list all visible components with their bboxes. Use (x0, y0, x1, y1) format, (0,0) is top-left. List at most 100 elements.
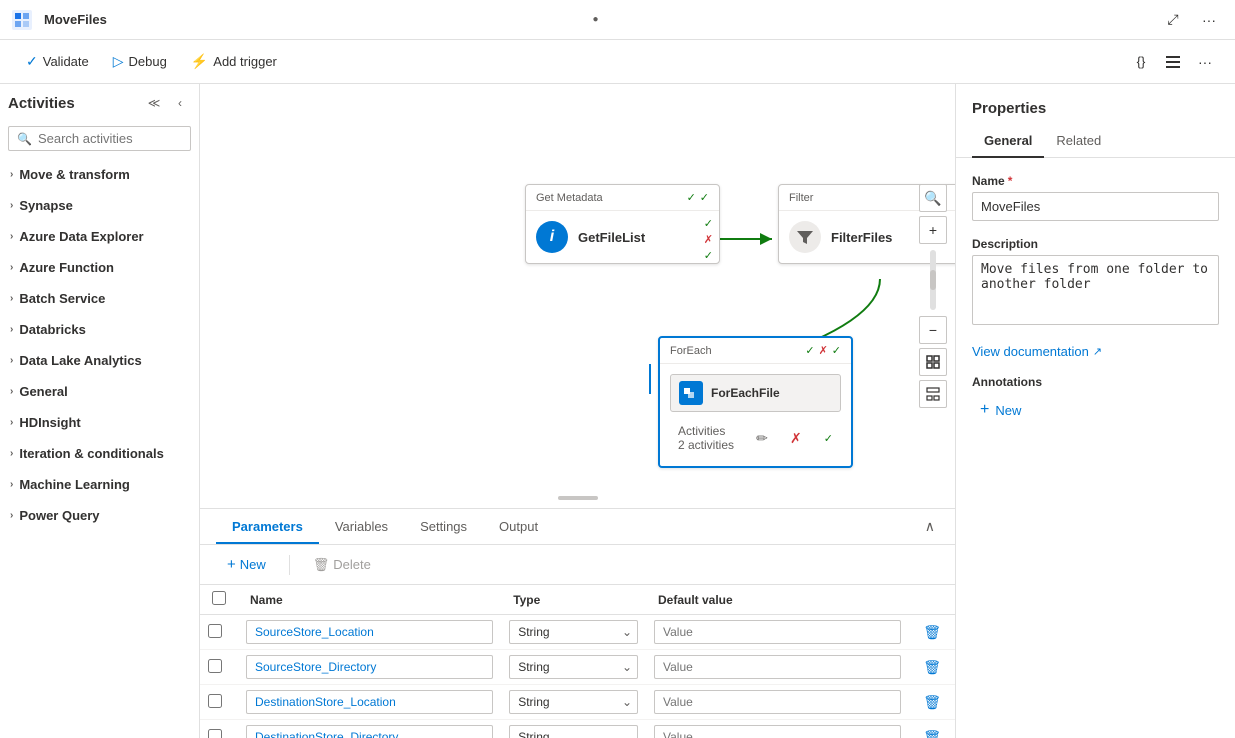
canvas-area[interactable]: Get Metadata ✓ ✓ i GetFileList ✓ (200, 84, 955, 508)
chevron-right-icon: › (10, 355, 13, 366)
add-annotation-button[interactable]: + New (972, 397, 1029, 423)
sidebar-item-iteration-conditionals[interactable]: › Iteration & conditionals (0, 438, 199, 469)
sidebar: Activities ≪ ‹ 🔍 › Move & transform › Sy… (0, 84, 200, 738)
expand-icon[interactable]: ⤢ (1159, 6, 1187, 34)
fit-view-icon[interactable] (919, 348, 947, 376)
sidebar-expand-icon[interactable]: ‹ (169, 92, 191, 114)
bottom-tabs: Parameters Variables Settings Output ∧ (200, 509, 955, 545)
bottom-toolbar: + New 🗑 Delete (200, 545, 955, 585)
row-checkbox-1[interactable] (208, 659, 222, 673)
name-input[interactable] (972, 192, 1219, 221)
more-options-icon[interactable]: ··· (1195, 6, 1223, 34)
validate-button[interactable]: ✓ Validate (16, 48, 99, 75)
delete-row-icon-1[interactable]: 🗑 (917, 657, 947, 677)
app-title: MoveFiles (44, 12, 580, 27)
new-parameter-button[interactable]: + New (216, 551, 277, 578)
search-canvas-icon[interactable]: 🔍 (919, 184, 947, 212)
get-metadata-node[interactable]: Get Metadata ✓ ✓ i GetFileList ✓ (525, 184, 720, 264)
delete-row-icon-0[interactable]: 🗑 (917, 622, 947, 642)
properties-title: Properties (956, 84, 1235, 125)
get-metadata-icon: i (536, 221, 568, 253)
sidebar-item-hdinsight[interactable]: › HDInsight (0, 407, 199, 438)
zoom-in-icon[interactable]: + (919, 216, 947, 244)
param-default-input-2[interactable] (654, 690, 901, 714)
row-checkbox-3[interactable] (208, 729, 222, 738)
foreach-inner-node[interactable]: ForEachFile (670, 374, 841, 412)
col-type: Type (501, 585, 646, 615)
tab-parameters[interactable]: Parameters (216, 511, 319, 544)
sidebar-item-machine-learning[interactable]: › Machine Learning (0, 469, 199, 500)
param-type-select-0[interactable]: StringIntFloatBoolArrayObjectSecureStrin… (509, 620, 638, 644)
chevron-right-icon: › (10, 169, 13, 180)
external-link-icon: ↗ (1093, 345, 1102, 358)
search-input[interactable] (38, 131, 200, 146)
edit-foreach-icon[interactable]: ✏ (756, 430, 768, 447)
sidebar-item-synapse[interactable]: › Synapse (0, 190, 199, 221)
foreach-node[interactable]: ForEach ✓ ✗ ✓ ForEachFile (658, 336, 853, 468)
description-textarea[interactable]: Move files from one folder to another fo… (972, 255, 1219, 325)
sidebar-collapse-icon[interactable]: ≪ (143, 92, 165, 114)
param-default-input-3[interactable] (654, 725, 901, 738)
sidebar-item-azure-function[interactable]: › Azure Function (0, 252, 199, 283)
delete-row-icon-2[interactable]: 🗑 (917, 692, 947, 712)
sidebar-item-azure-data-explorer[interactable]: › Azure Data Explorer (0, 221, 199, 252)
list-view-icon[interactable] (1159, 48, 1187, 76)
select-all-checkbox[interactable] (212, 591, 226, 605)
tab-output[interactable]: Output (483, 511, 554, 544)
param-type-select-3[interactable]: StringIntFloatBoolArrayObjectSecureStrin… (509, 725, 638, 738)
param-type-select-2[interactable]: StringIntFloatBoolArrayObjectSecureStrin… (509, 690, 638, 714)
layout-icon[interactable] (919, 380, 947, 408)
collapse-panel-icon[interactable]: ∧ (921, 514, 939, 539)
scroll-indicator (558, 496, 598, 500)
param-name-input-3[interactable] (246, 725, 493, 738)
toolbar-more-icon[interactable]: ··· (1191, 48, 1219, 76)
sidebar-item-move-transform[interactable]: › Move & transform (0, 159, 199, 190)
row-checkbox-0[interactable] (208, 624, 222, 638)
delete-row-icon-3[interactable]: 🗑 (917, 727, 947, 738)
sidebar-item-general[interactable]: › General (0, 376, 199, 407)
row-checkbox-2[interactable] (208, 694, 222, 708)
delete-foreach-icon[interactable]: ✗ (790, 430, 802, 447)
tab-variables[interactable]: Variables (319, 511, 404, 544)
app-logo (12, 10, 32, 30)
col-name: Name (238, 585, 501, 615)
foreach-inner-icon (679, 381, 703, 405)
param-default-input-1[interactable] (654, 655, 901, 679)
delete-parameter-button[interactable]: 🗑 Delete (302, 552, 382, 578)
param-name-input-2[interactable] (246, 690, 493, 714)
name-field: Name * (972, 174, 1219, 221)
plus-icon: + (227, 556, 236, 573)
tab-settings[interactable]: Settings (404, 511, 483, 544)
code-view-icon[interactable]: {} (1127, 48, 1155, 76)
chevron-right-icon: › (10, 448, 13, 459)
chevron-right-icon: › (10, 479, 13, 490)
sidebar-item-databricks[interactable]: › Databricks (0, 314, 199, 345)
btn-divider (289, 555, 290, 575)
search-bar[interactable]: 🔍 (8, 126, 191, 151)
trigger-icon: ⚡ (191, 53, 208, 70)
sidebar-title: Activities (8, 95, 75, 112)
toolbar: ✓ Validate ▷ Debug ⚡ Add trigger {} ··· (0, 40, 1235, 84)
zoom-out-icon[interactable]: − (919, 316, 947, 344)
param-type-select-1[interactable]: StringIntFloatBoolArrayObjectSecureStrin… (509, 655, 638, 679)
sidebar-item-data-lake-analytics[interactable]: › Data Lake Analytics (0, 345, 199, 376)
props-tab-general[interactable]: General (972, 125, 1044, 158)
sidebar-item-batch-service[interactable]: › Batch Service (0, 283, 199, 314)
view-doc-link[interactable]: View documentation ↗ (972, 344, 1219, 359)
unsaved-indicator: ● (592, 15, 598, 25)
foreach-body: ForEachFile Activities 2 activities ✏ ✗ … (660, 364, 851, 466)
search-icon: 🔍 (17, 132, 32, 146)
props-tab-related[interactable]: Related (1044, 125, 1113, 158)
top-bar: MoveFiles ● ⤢ ··· (0, 0, 1235, 40)
debug-button[interactable]: ▷ Debug (103, 48, 177, 75)
param-name-input-1[interactable] (246, 655, 493, 679)
sidebar-item-power-query[interactable]: › Power Query (0, 500, 199, 531)
chevron-right-icon: › (10, 510, 13, 521)
chevron-right-icon: › (10, 200, 13, 211)
param-default-input-0[interactable] (654, 620, 901, 644)
foreach-check-icon: ✓ (824, 432, 833, 445)
description-field: Description Move files from one folder t… (972, 237, 1219, 328)
add-trigger-button[interactable]: ⚡ Add trigger (181, 48, 287, 75)
sidebar-header: Activities ≪ ‹ (0, 84, 199, 122)
param-name-input-0[interactable] (246, 620, 493, 644)
